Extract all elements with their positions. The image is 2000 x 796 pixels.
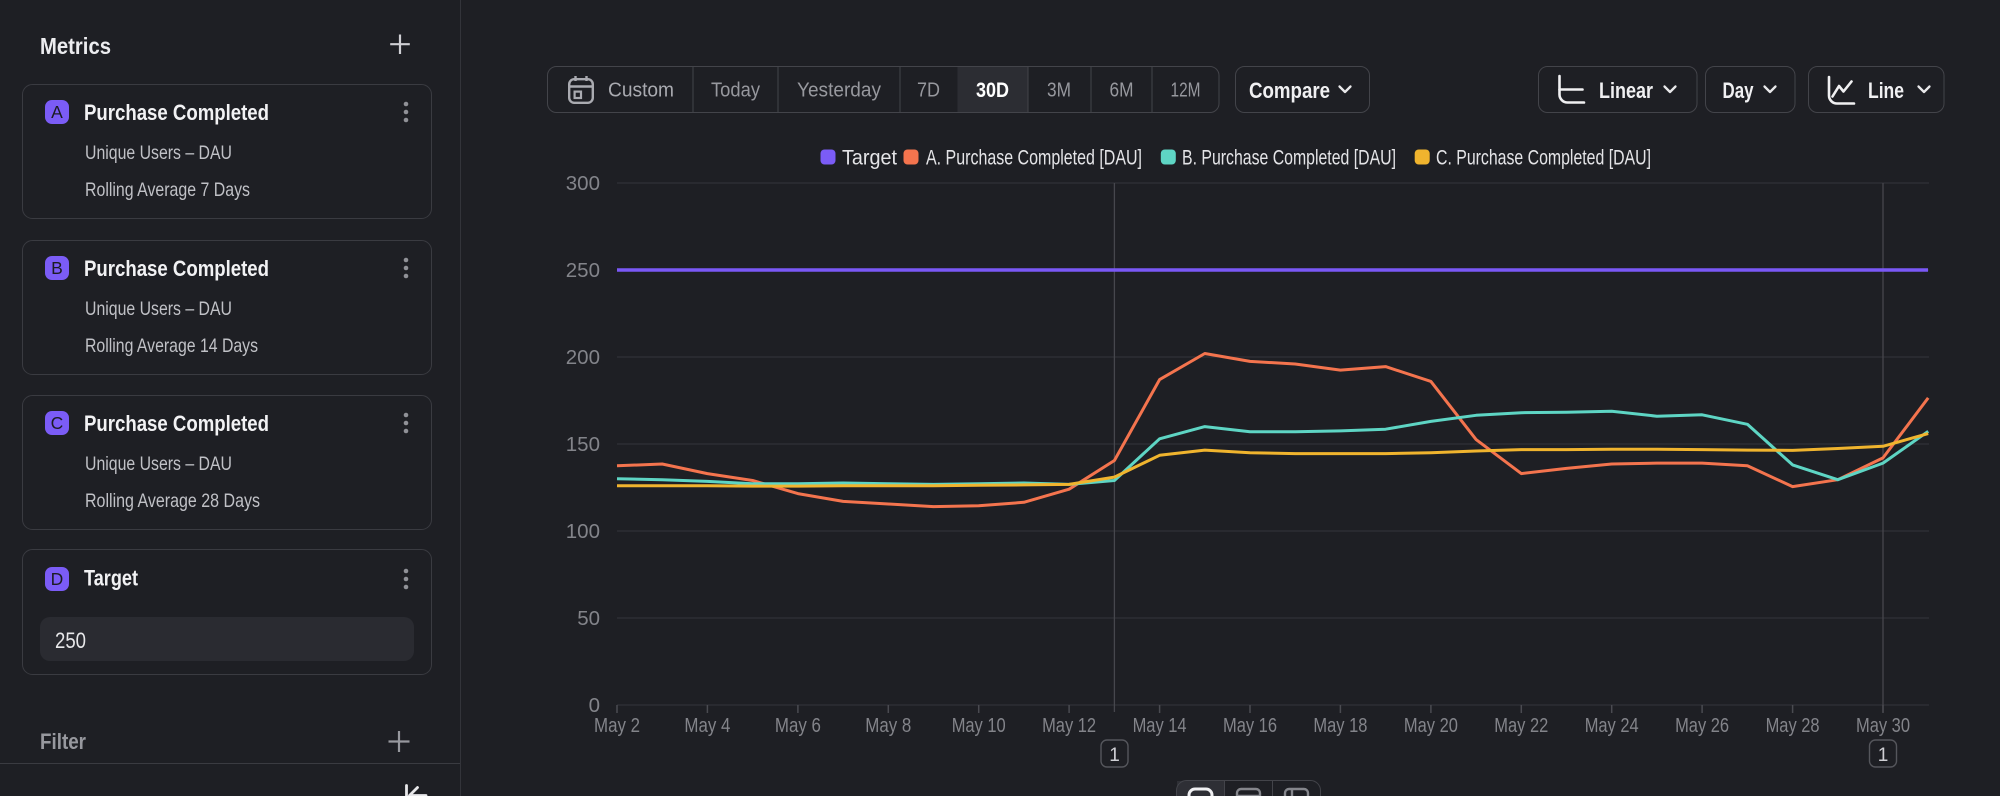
svg-text:Yesterday: Yesterday (797, 80, 881, 102)
svg-text:May 18: May 18 (1313, 715, 1367, 737)
svg-text:Metrics: Metrics (40, 33, 111, 59)
svg-text:300: 300 (566, 172, 600, 195)
svg-text:May 20: May 20 (1404, 715, 1458, 737)
svg-text:3M: 3M (1047, 80, 1071, 102)
svg-text:Day: Day (1723, 78, 1755, 103)
svg-text:200: 200 (566, 346, 600, 369)
svg-text:250: 250 (55, 628, 86, 653)
svg-text:A. Purchase Completed [DAU]: A. Purchase Completed [DAU] (926, 147, 1142, 170)
svg-text:May 2: May 2 (594, 715, 640, 737)
svg-text:May 28: May 28 (1766, 715, 1820, 737)
svg-text:7D: 7D (917, 80, 940, 102)
svg-text:6M: 6M (1110, 80, 1134, 102)
svg-text:Rolling Average 28 Days: Rolling Average 28 Days (85, 490, 260, 512)
svg-text:May 30: May 30 (1856, 715, 1910, 737)
svg-text:100: 100 (566, 520, 600, 543)
svg-text:May 4: May 4 (684, 715, 730, 737)
svg-text:0: 0 (589, 694, 600, 717)
svg-text:Purchase Completed: Purchase Completed (84, 256, 269, 281)
svg-text:250: 250 (566, 259, 600, 282)
svg-text:30D: 30D (976, 78, 1009, 102)
svg-text:C. Purchase Completed [DAU]: C. Purchase Completed [DAU] (1436, 147, 1651, 170)
svg-text:Custom: Custom (608, 80, 674, 102)
svg-text:50: 50 (577, 607, 600, 630)
svg-text:Rolling Average 7 Days: Rolling Average 7 Days (85, 179, 250, 201)
svg-text:B: B (51, 258, 63, 278)
svg-text:May 26: May 26 (1675, 715, 1729, 737)
svg-text:Purchase Completed: Purchase Completed (84, 411, 269, 436)
svg-text:C: C (51, 413, 64, 433)
svg-text:May 16: May 16 (1223, 715, 1277, 737)
svg-text:Unique Users – DAU: Unique Users – DAU (85, 298, 232, 320)
svg-text:Compare: Compare (1249, 78, 1330, 103)
svg-text:May 24: May 24 (1585, 715, 1639, 737)
svg-text:Unique Users – DAU: Unique Users – DAU (85, 142, 232, 164)
svg-text:A: A (51, 102, 63, 122)
svg-text:Target: Target (842, 147, 897, 170)
svg-text:Today: Today (711, 80, 760, 102)
svg-text:D: D (51, 569, 64, 589)
svg-text:1: 1 (1878, 745, 1889, 766)
svg-text:150: 150 (566, 433, 600, 456)
svg-text:May 14: May 14 (1133, 715, 1187, 737)
svg-text:May 10: May 10 (952, 715, 1006, 737)
svg-text:B. Purchase Completed [DAU]: B. Purchase Completed [DAU] (1182, 147, 1396, 170)
svg-text:May 8: May 8 (865, 715, 911, 737)
svg-text:12M: 12M (1171, 80, 1201, 102)
svg-text:Unique Users – DAU: Unique Users – DAU (85, 453, 232, 475)
svg-text:1: 1 (1109, 745, 1120, 766)
svg-text:Filter: Filter (40, 729, 86, 754)
svg-text:May 6: May 6 (775, 715, 821, 737)
svg-text:May 12: May 12 (1042, 715, 1096, 737)
svg-text:Line: Line (1868, 78, 1904, 103)
svg-text:May 22: May 22 (1494, 715, 1548, 737)
svg-text:Target: Target (84, 566, 138, 591)
svg-text:Linear: Linear (1599, 78, 1653, 103)
svg-text:Purchase Completed: Purchase Completed (84, 100, 269, 125)
svg-text:Rolling Average 14 Days: Rolling Average 14 Days (85, 335, 258, 357)
